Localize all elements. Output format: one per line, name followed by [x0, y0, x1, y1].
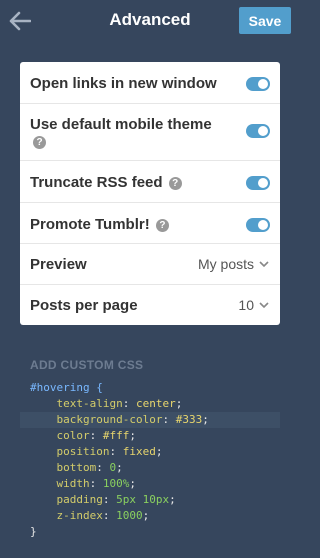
chevron-down-icon	[259, 302, 269, 309]
save-button[interactable]: Save	[239, 7, 291, 34]
css-property: width	[56, 477, 90, 490]
question-circle-icon[interactable]: ?	[33, 136, 46, 149]
css-property: bottom	[56, 461, 97, 474]
code-line: color: #fff;	[56, 429, 137, 442]
code-line: width: 100%;	[56, 477, 137, 490]
open-links-toggle[interactable]	[246, 77, 270, 91]
code-line: z-index: 1000;	[56, 509, 150, 522]
css-value: 100%	[102, 477, 130, 490]
css-value: fixed	[122, 445, 156, 458]
code-line: #hovering {	[30, 380, 280, 396]
css-value: center	[135, 397, 176, 410]
code-line: padding: 5px 10px;	[56, 493, 176, 506]
css-property: color	[56, 429, 90, 442]
setting-label: Posts per page	[30, 297, 138, 314]
css-property: z-index	[56, 509, 103, 522]
setting-label: Truncate RSS feed	[30, 174, 163, 191]
css-property: text-align	[56, 397, 123, 410]
setting-truncate-rss: Truncate RSS feed ?	[20, 161, 280, 203]
css-property: position	[56, 445, 110, 458]
setting-label-group: Promote Tumblr! ?	[30, 216, 169, 233]
css-closing-brace: }	[30, 525, 37, 538]
toggle-knob	[258, 79, 268, 89]
settings-card: Open links in new window Use default mob…	[20, 62, 280, 325]
code-line: bottom: 0;	[56, 461, 123, 474]
custom-css-editor[interactable]: #hovering { text-align: center; backgrou…	[20, 380, 280, 550]
setting-label-group: Truncate RSS feed ?	[30, 174, 182, 191]
posts-per-page-select[interactable]: 10	[238, 297, 270, 313]
setting-posts-per-page: Posts per page 10	[20, 285, 280, 325]
preview-value: My posts	[197, 256, 254, 272]
code-line: }	[30, 524, 280, 540]
setting-label: Preview	[30, 256, 87, 273]
mobile-theme-toggle[interactable]	[246, 124, 270, 138]
code-line-active: background-color: #333;	[20, 412, 280, 428]
posts-per-page-value: 10	[238, 297, 254, 313]
promote-tumblr-toggle[interactable]	[246, 218, 270, 232]
css-property: padding	[56, 493, 103, 506]
question-circle-icon[interactable]: ?	[168, 177, 182, 190]
css-value: #fff	[102, 429, 130, 442]
preview-select[interactable]: My posts	[198, 256, 270, 272]
setting-label: Promote Tumblr!	[30, 216, 150, 233]
code-line: position: fixed;	[56, 445, 163, 458]
css-property: background-color	[56, 413, 163, 426]
question-circle-icon[interactable]: ?	[155, 219, 169, 232]
setting-promote-tumblr: Promote Tumblr! ?	[20, 203, 280, 244]
truncate-rss-toggle[interactable]	[246, 176, 270, 190]
custom-css-heading: ADD CUSTOM CSS	[30, 358, 144, 372]
css-value: 5px 10px	[116, 493, 170, 506]
css-value: 1000	[116, 509, 143, 522]
setting-label: Open links in new window	[30, 75, 217, 92]
chevron-down-icon	[259, 261, 269, 268]
setting-label: Use default mobile theme	[30, 116, 212, 133]
toggle-knob	[258, 178, 268, 188]
toggle-knob	[258, 220, 268, 230]
css-value: #333	[175, 413, 203, 426]
setting-open-links: Open links in new window	[20, 62, 280, 104]
css-selector: #hovering {	[30, 381, 103, 394]
toggle-knob	[258, 126, 268, 136]
setting-preview: Preview My posts	[20, 244, 280, 285]
code-line: text-align: center;	[56, 397, 183, 410]
setting-mobile-theme: Use default mobile theme ?	[20, 104, 280, 161]
top-bar: Advanced Save	[0, 0, 300, 42]
